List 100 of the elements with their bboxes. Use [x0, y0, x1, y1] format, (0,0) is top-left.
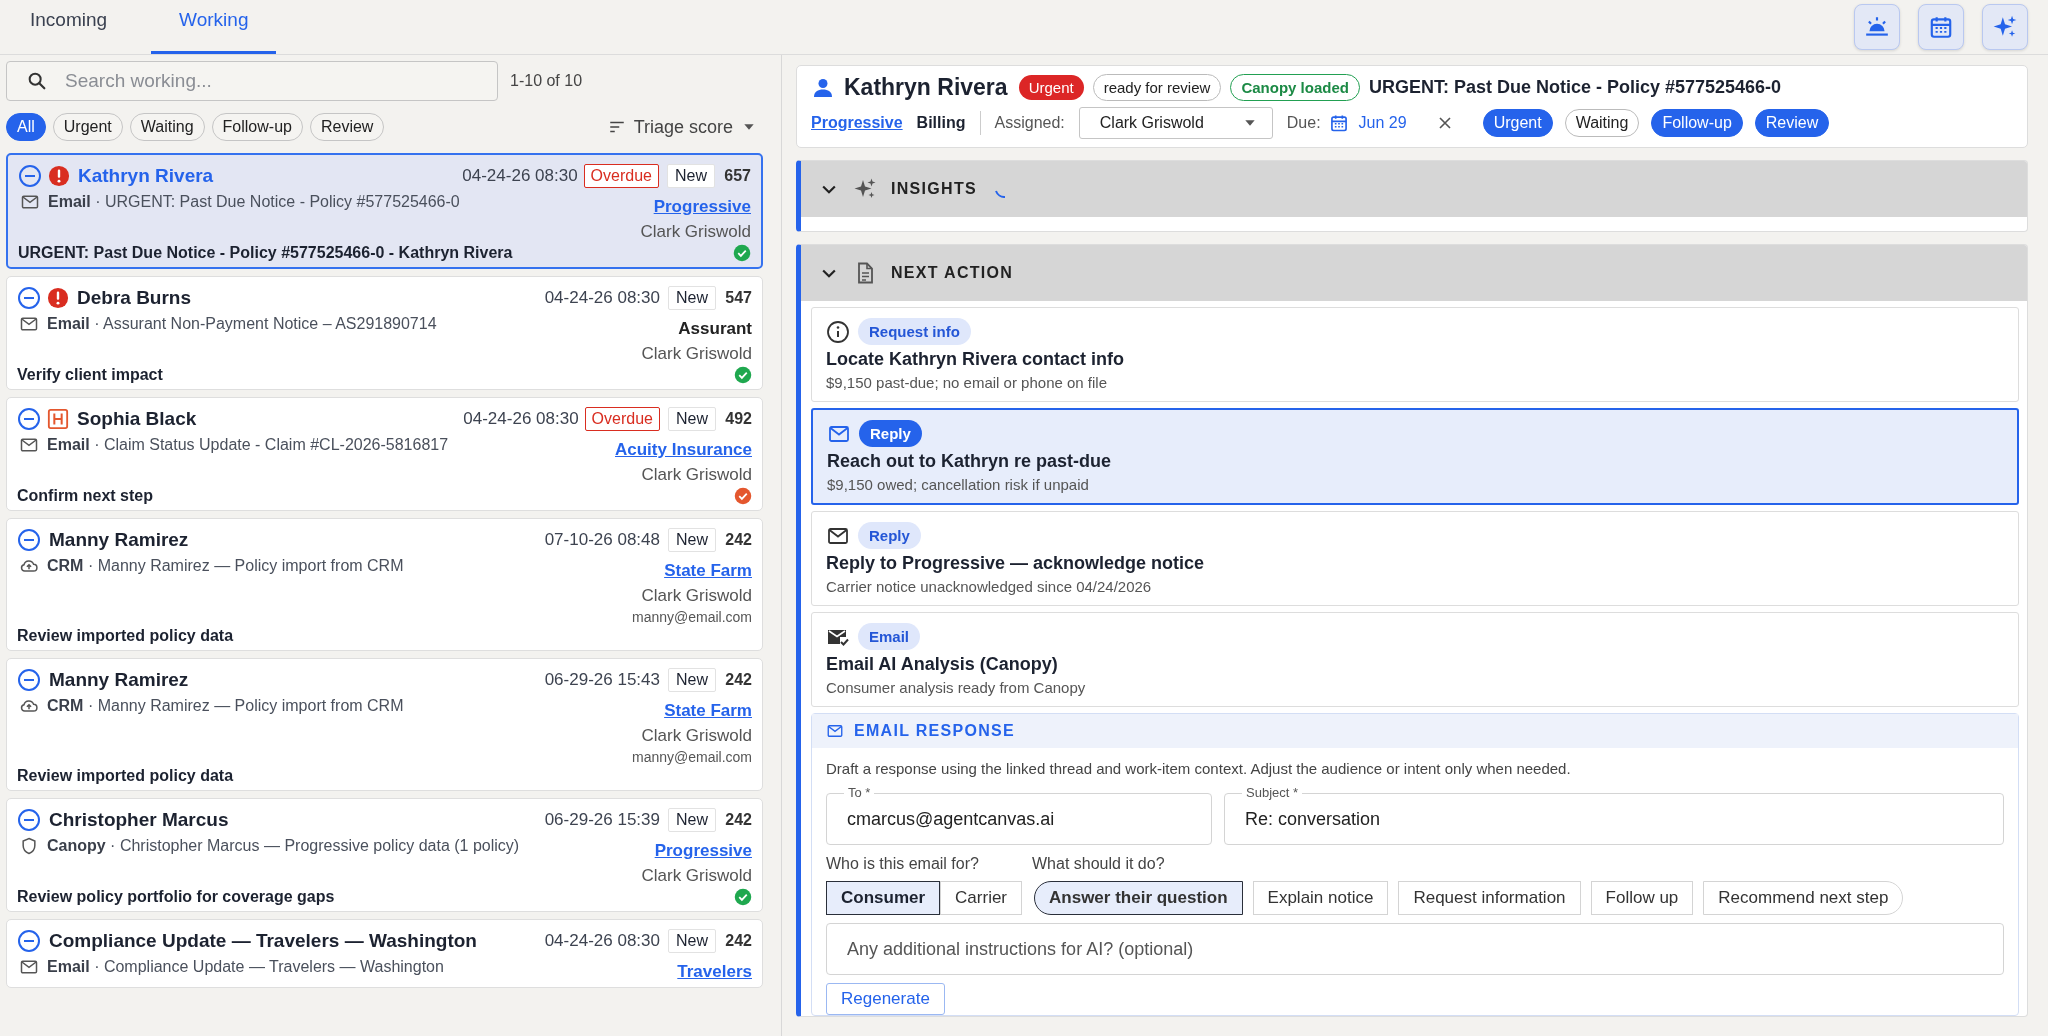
work-item-card[interactable]: Manny Ramirez 07-10-26 08:48 New 242 CRM · Manny Ramirez — Policy import from CRM State Farm Clark Griswold manny@email.com Review imported policy data [6, 518, 763, 651]
source-line: Email · Assurant Non-Payment Notice – AS291890714 [47, 315, 437, 333]
carrier-link[interactable]: Acuity Insurance [615, 440, 752, 460]
field-label: Subject * [1242, 785, 1303, 800]
status-badge: Urgent [1018, 75, 1084, 100]
overdue-badge: Overdue [584, 407, 660, 431]
item-title: URGENT: Past Due Notice - Policy #577525466-0 [1368, 77, 1782, 98]
audience-option[interactable]: Carrier [940, 881, 1023, 915]
action-tag: Email [858, 623, 921, 650]
carrier-link[interactable]: State Farm [664, 701, 752, 721]
calendar-icon [1328, 113, 1349, 133]
minus-circle-icon[interactable] [18, 164, 42, 188]
tag-chip[interactable]: Urgent [1482, 109, 1553, 137]
result-count: 1-10 of 10 [510, 72, 583, 90]
toolbar-button[interactable] [1918, 4, 1964, 50]
search-field[interactable]: Search working... [6, 61, 498, 101]
source-line: Canopy · Christopher Marcus — Progressive policy data (1 policy) [47, 837, 520, 855]
sort-dropdown[interactable]: Triage score [601, 115, 763, 139]
contact-name: Manny Ramirez [49, 529, 189, 551]
score: 242 [724, 932, 752, 950]
work-item-card[interactable]: Sophia Black 04-24-26 08:30 Overdue New 492 Email · Claim Status Update - Claim #CL-2026-5816817 Acuity Insurance Clark Griswold Confirm next step [6, 397, 763, 511]
action-title: Email AI Analysis (Canopy) [826, 654, 1059, 675]
filter-chip[interactable]: Review [309, 113, 385, 141]
carrier-link[interactable]: Progressive [654, 841, 752, 861]
contact-name: Sophia Black [77, 408, 197, 430]
action-card[interactable]: Reply Reach out to Kathryn re past-due $9,150 owed; cancellation risk if unpaid [811, 408, 2019, 505]
timestamp: 04-24-26 08:30 [544, 288, 660, 308]
filter-chip[interactable]: Waiting [129, 113, 205, 141]
minus-circle-icon[interactable] [17, 808, 41, 832]
action-tag: Request info [858, 318, 971, 345]
instructions-field[interactable]: Any additional instructions for AI? (optional) [826, 923, 2004, 975]
action-detail: $9,150 owed; cancellation risk if unpaid [827, 476, 1090, 493]
action-tag: Reply [858, 522, 921, 549]
minus-circle-icon[interactable] [17, 668, 41, 692]
description: Draft a response using the linked thread and work-item context. Adjust the audience or intent only when needed. [826, 760, 1572, 777]
score: 547 [724, 289, 752, 307]
intent-option[interactable]: Follow up [1590, 881, 1694, 915]
action-title: Locate Kathryn Rivera contact info [826, 349, 1126, 370]
task-title: Confirm next step [17, 487, 153, 505]
status-badge: New [668, 929, 716, 953]
filter-chip[interactable]: Follow-up [211, 113, 303, 141]
intent-option[interactable]: Recommend next step [1703, 881, 1904, 915]
tag-chip[interactable]: Review [1754, 109, 1830, 137]
minus-circle-icon[interactable] [17, 286, 41, 310]
search-icon [26, 70, 48, 92]
assignee-dropdown[interactable]: Clark Griswold [1078, 107, 1273, 139]
work-item-card[interactable]: Debra Burns 04-24-26 08:30 New 547 Email · Assurant Non-Payment Notice – AS291890714 Assurant Clark Griswold Verify client impact [6, 276, 763, 390]
audience-option[interactable]: Consumer [826, 881, 941, 915]
filter-chip[interactable]: All [6, 113, 46, 141]
toolbar-button[interactable] [1982, 4, 2028, 50]
tab[interactable]: Working [151, 0, 277, 54]
intent-option[interactable]: Request information [1398, 881, 1581, 915]
task-title: Review imported policy data [17, 767, 234, 785]
question-label: Who is this email for? [826, 855, 980, 873]
tab[interactable]: Incoming [8, 0, 130, 54]
source-line: CRM · Manny Ramirez — Policy import from CRM [47, 557, 404, 575]
contact-name: Compliance Update — Travelers — Washington [49, 930, 477, 952]
field-label: Assigned: [994, 114, 1065, 132]
minus-circle-icon[interactable] [17, 528, 41, 552]
source-line: Email · URGENT: Past Due Notice - Policy #577525466-0 [48, 193, 460, 211]
action-tag: Reply [859, 420, 922, 447]
due-date-button[interactable]: Jun 29 [1328, 113, 1407, 133]
tag-chip[interactable]: Waiting [1564, 109, 1640, 137]
action-card[interactable]: Reply Reply to Progressive — acknowledge notice Carrier notice unacknowledged since 04/24/2026 [811, 511, 2019, 606]
work-item-card[interactable]: Manny Ramirez 06-29-26 15:43 New 242 CRM · Manny Ramirez — Policy import from CRM State Farm Clark Griswold manny@email.com Review imported policy data [6, 658, 763, 791]
intent-option[interactable]: Explain notice [1252, 881, 1389, 915]
filter-chip[interactable]: Urgent [52, 113, 123, 141]
timestamp: 04-24-26 08:30 [463, 409, 579, 429]
task-title: Review policy portfolio for coverage gaps [17, 888, 335, 906]
status-badge: New [668, 668, 716, 692]
task-title: URGENT: Past Due Notice - Policy #577525466-0 - Kathryn Rivera [18, 244, 513, 262]
carrier-link[interactable]: Travelers [677, 962, 752, 982]
section-header: EMAIL RESPONSE [812, 714, 2018, 748]
work-item-card[interactable]: Christopher Marcus 06-29-26 15:39 New 242 Canopy · Christopher Marcus — Progressive policy data (1 policy) Progressive Clark Griswold Review policy portfolio for coverage gaps [6, 798, 763, 912]
assignee: Clark Griswold [641, 726, 752, 746]
action-card[interactable]: Request info Locate Kathryn Rivera contact info $9,150 past-due; no email or phone on file [811, 307, 2019, 402]
action-detail: Consumer analysis ready from Canopy [826, 679, 1087, 696]
field-label: To * [844, 785, 875, 800]
source-line: Email · Claim Status Update - Claim #CL-2026-5816817 [47, 436, 449, 454]
section-header[interactable]: INSIGHTS [801, 161, 2027, 217]
tag-chip[interactable]: Follow-up [1651, 109, 1743, 137]
action-card[interactable]: Email Email AI Analysis (Canopy) Consumer analysis ready from Canopy [811, 612, 2019, 707]
timestamp: 04-24-26 08:30 [462, 166, 578, 186]
carrier-link[interactable]: State Farm [664, 561, 752, 581]
work-item-card[interactable]: Kathryn Rivera 04-24-26 08:30 Overdue New 657 Email · URGENT: Past Due Notice - Policy #577525466-0 Progressive Clark Griswold URGENT: Past Due Notice - Policy #577525466-0 - Kathryn Rivera [6, 153, 763, 269]
work-item-card[interactable]: Compliance Update — Travelers — Washington 04-24-26 08:30 New 242 Email · Compliance Update — Travelers — Washington Travelers [6, 919, 763, 988]
toolbar-button[interactable] [1854, 4, 1900, 50]
carrier-link[interactable]: Progressive [653, 197, 751, 217]
carrier-link[interactable]: Progressive [811, 114, 903, 132]
source-line: CRM · Manny Ramirez — Policy import from CRM [47, 697, 404, 715]
regenerate-button[interactable]: Regenerate [826, 983, 945, 1015]
score: 242 [724, 811, 752, 829]
status-badge: New [667, 164, 715, 188]
timestamp: 06-29-26 15:39 [544, 810, 660, 830]
intent-option[interactable]: Answer their question [1034, 881, 1243, 915]
category-label: Billing [916, 114, 966, 132]
minus-circle-icon[interactable] [17, 929, 41, 953]
section-header[interactable]: NEXT ACTION [801, 245, 2027, 301]
minus-circle-icon[interactable] [17, 407, 41, 431]
contact-name: Debra Burns [77, 287, 192, 309]
